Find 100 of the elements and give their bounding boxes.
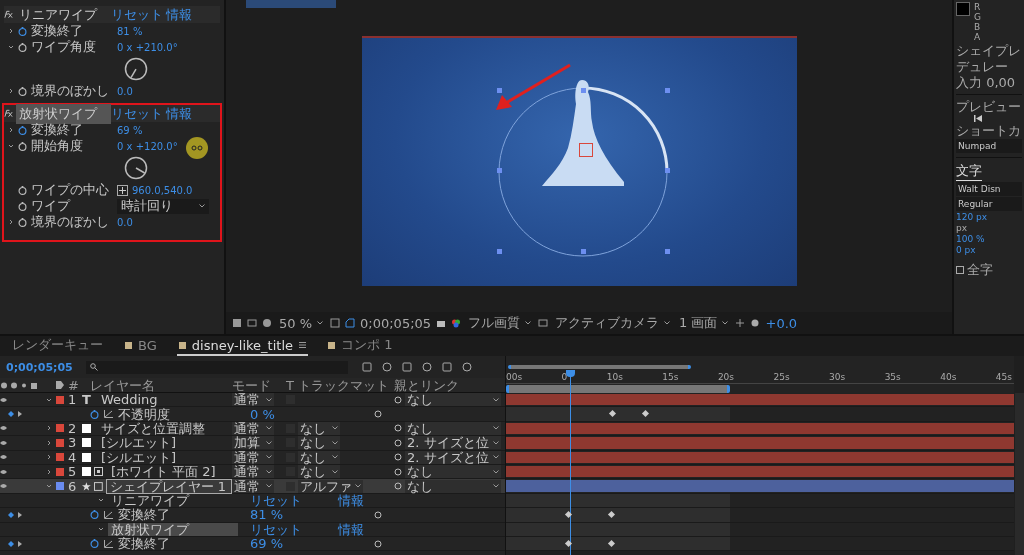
keyframe-nav-icon[interactable] xyxy=(8,411,22,418)
transform-handle[interactable] xyxy=(580,249,586,254)
angle-dial-icon[interactable] xyxy=(124,156,148,180)
transform-handle[interactable] xyxy=(664,249,670,254)
font-size-value[interactable]: 120 px xyxy=(956,212,1022,222)
property-value[interactable]: 0 x +120.0° xyxy=(117,140,178,152)
visibility-icon[interactable] xyxy=(0,483,7,490)
stopwatch-icon[interactable] xyxy=(18,86,27,96)
timecode[interactable]: 0;00;05;05 xyxy=(360,315,432,331)
label-color[interactable] xyxy=(56,467,64,476)
mode-dropdown[interactable]: 通常 xyxy=(232,479,274,493)
layer-name[interactable]: サイズと位置調整 xyxy=(97,421,209,436)
font-style-dropdown[interactable]: Regular xyxy=(956,197,1022,211)
layer-name[interactable]: シェイプレイヤー 1 xyxy=(105,478,232,494)
parent-dropdown[interactable]: なし xyxy=(405,393,501,407)
chevron-icon[interactable] xyxy=(8,127,14,133)
keyframe-icon[interactable] xyxy=(641,410,649,418)
stopwatch-icon[interactable] xyxy=(18,125,27,135)
stopwatch-icon[interactable] xyxy=(18,185,27,195)
stopwatch-icon[interactable] xyxy=(18,42,27,52)
property-value[interactable]: 81 % xyxy=(250,508,284,522)
work-area-bar[interactable] xyxy=(506,384,730,393)
label-color[interactable] xyxy=(56,395,64,404)
chevron-icon[interactable] xyxy=(8,44,14,50)
timeline-tab[interactable]: BG xyxy=(123,336,159,356)
reset-link[interactable]: リセット xyxy=(250,493,310,507)
resolution-dropdown[interactable]: フル画質 xyxy=(466,314,534,332)
baseline-value[interactable]: 0 px xyxy=(956,245,1022,255)
stopwatch-icon[interactable] xyxy=(18,217,27,227)
keyframe-nav-icon[interactable] xyxy=(8,511,22,518)
menu-icon[interactable] xyxy=(299,342,306,348)
leading-value[interactable]: px xyxy=(956,223,1022,233)
keyframe-nav-icon[interactable] xyxy=(8,540,22,547)
search-field[interactable] xyxy=(86,360,348,374)
track-matte-dropdown[interactable]: なし xyxy=(298,465,340,479)
transform-handle[interactable] xyxy=(496,88,502,93)
timeline-tab[interactable]: コンポ 1 xyxy=(326,335,395,357)
stopwatch-icon[interactable] xyxy=(90,409,99,419)
layer-name[interactable]: [ホワイト 平面 2] xyxy=(107,464,220,480)
property-value[interactable]: 0.0 xyxy=(117,216,133,228)
effect-name[interactable]: 放射状ワイプ xyxy=(16,103,112,124)
exposure-value[interactable]: +0.0 xyxy=(765,315,798,331)
chevron-icon[interactable] xyxy=(8,28,14,34)
selected-layer-row[interactable]: 6 シェイプレイヤー 1 通常 アルファ なし xyxy=(0,479,505,494)
scale-value[interactable]: 100 % xyxy=(956,234,1022,244)
keyframe-icon[interactable] xyxy=(608,539,616,547)
chevron-icon[interactable] xyxy=(46,396,52,403)
effect-name[interactable]: リニアワイプ xyxy=(16,4,112,25)
property-value[interactable]: 0.0 xyxy=(117,85,133,97)
property-value[interactable]: 81 % xyxy=(117,25,143,37)
transform-handle[interactable] xyxy=(496,249,502,254)
property-value[interactable]: 0 x +210.0° xyxy=(117,41,178,53)
property-value[interactable]: 0 % xyxy=(250,407,275,421)
views-dropdown[interactable]: 1 画面 xyxy=(677,314,731,332)
stopwatch-icon[interactable] xyxy=(90,510,99,520)
chevron-icon[interactable] xyxy=(98,497,104,504)
playhead-handle[interactable] xyxy=(565,370,575,377)
label-color[interactable] xyxy=(56,424,64,433)
shortcut-dropdown[interactable]: Numpad xyxy=(956,139,1022,153)
reset-link[interactable]: リセット xyxy=(111,5,166,24)
chevron-icon[interactable] xyxy=(98,526,104,533)
chevron-icon[interactable] xyxy=(8,88,14,94)
mode-dropdown[interactable]: 通常 xyxy=(232,465,274,479)
transform-handle[interactable] xyxy=(664,168,670,173)
transform-handle[interactable] xyxy=(496,168,502,173)
skip-back-icon[interactable] xyxy=(974,115,982,122)
current-time[interactable]: 0;00;05;05 xyxy=(6,360,78,374)
stopwatch-icon[interactable] xyxy=(18,201,27,211)
character-tab[interactable]: 文字 xyxy=(956,162,982,181)
pick-whip-icon[interactable] xyxy=(374,539,382,548)
fx-icon[interactable] xyxy=(4,109,14,118)
pick-whip-icon[interactable] xyxy=(374,410,382,419)
transform-handle[interactable] xyxy=(580,88,586,93)
property-value[interactable]: 69 % xyxy=(250,537,284,551)
parent-dropdown[interactable]: 2. サイズと位 xyxy=(405,436,501,450)
stopwatch-icon[interactable] xyxy=(18,26,27,36)
keyframe-icon[interactable] xyxy=(608,410,616,418)
track-matte-dropdown[interactable]: なし xyxy=(298,436,340,450)
fx-icon[interactable] xyxy=(4,10,14,19)
info-link[interactable]: 情報 xyxy=(165,104,220,123)
chevron-icon[interactable] xyxy=(8,143,14,149)
pick-whip-icon[interactable] xyxy=(394,395,402,404)
stopwatch-icon[interactable] xyxy=(90,539,99,549)
label-color[interactable] xyxy=(56,482,64,491)
angle-dial-icon[interactable] xyxy=(124,57,148,81)
chevron-icon[interactable] xyxy=(46,483,52,490)
property-value[interactable]: 960.0,540.0 xyxy=(132,184,193,196)
visibility-icon[interactable] xyxy=(0,396,7,403)
reset-link[interactable]: リセット xyxy=(111,104,166,123)
playhead-line[interactable] xyxy=(569,376,571,555)
info-link[interactable]: 情報 xyxy=(338,522,398,536)
pick-whip-icon[interactable] xyxy=(374,510,382,519)
timeline-tab[interactable]: レンダーキュー xyxy=(10,335,105,357)
label-color[interactable] xyxy=(56,438,64,447)
reset-link[interactable]: リセット xyxy=(250,522,310,536)
checkbox[interactable] xyxy=(956,265,964,274)
layer-name[interactable]: [シルエット] xyxy=(97,449,181,465)
mode-dropdown[interactable]: 通常 xyxy=(232,393,274,407)
info-link[interactable]: 情報 xyxy=(338,493,398,507)
camera-dropdown[interactable]: アクティブカメラ xyxy=(553,314,673,332)
